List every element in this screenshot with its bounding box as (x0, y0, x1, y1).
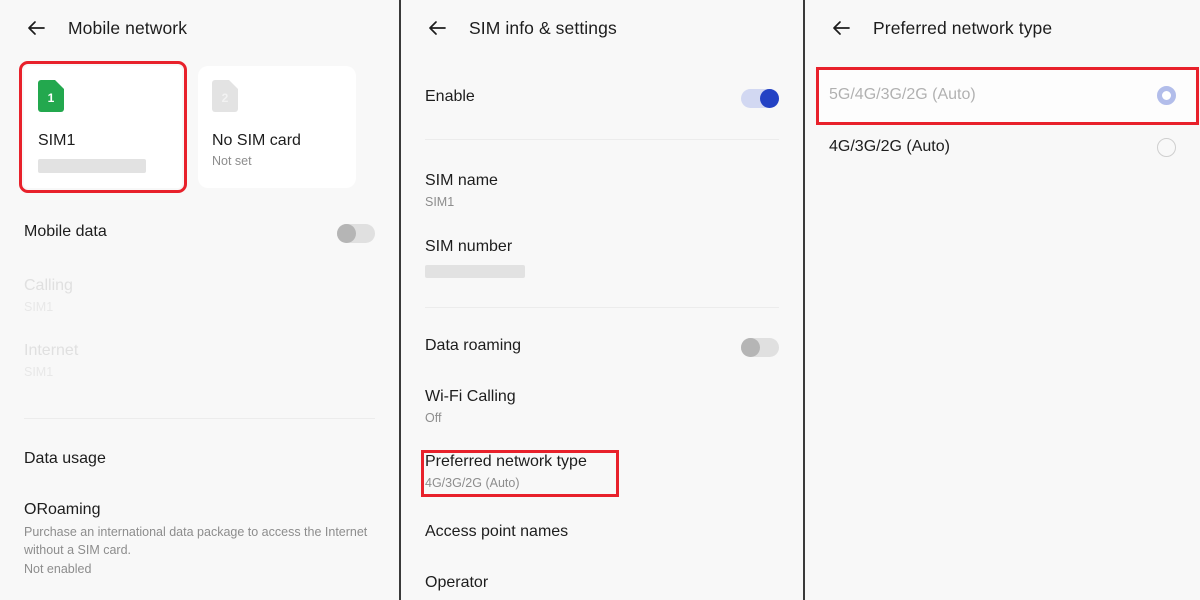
sim-name-label: SIM name (425, 172, 498, 189)
sim-card-redacted-number-1 (38, 159, 146, 173)
radio-row-4g-3g-2g-auto[interactable]: 4G/3G/2G (Auto) (805, 121, 1200, 173)
page-title: Preferred network type (873, 17, 1053, 38)
access-point-names-label: Access point names (425, 522, 569, 540)
oroaming-status: Not enabled (24, 561, 92, 576)
sim-card-sim2[interactable]: 2 No SIM card Not set (198, 66, 356, 188)
panel-mobile-network: Mobile network 1 SIM1 2 No SIM card Not … (0, 0, 399, 600)
row-sim-name[interactable]: SIM name SIM1 (401, 171, 803, 210)
mobile-data-label: Mobile data (24, 223, 107, 240)
preferred-network-type-label: Preferred network type (425, 452, 587, 470)
toggle-knob (760, 89, 779, 108)
sim-card-status-2: Not set (212, 154, 252, 168)
sim-card-icon-1: 1 (38, 80, 64, 112)
row-preferred-network-type[interactable]: Preferred network type 4G/3G/2G (Auto) (401, 452, 803, 491)
radio-label: 5G/4G/3G/2G (Auto) (829, 86, 976, 103)
divider (24, 417, 375, 419)
row-sim-number[interactable]: SIM number (401, 237, 803, 279)
sim-number-label: SIM number (425, 238, 513, 256)
calling-label: Calling (24, 277, 73, 294)
three-panel-screenshot: Mobile network 1 SIM1 2 No SIM card Not … (0, 0, 1200, 600)
back-arrow-icon[interactable] (829, 16, 853, 40)
oroaming-description: Purchase an international data package t… (24, 524, 368, 557)
back-arrow-icon[interactable] (425, 16, 449, 40)
sim-number-redacted-value (425, 265, 525, 279)
panel-preferred-network-type: Preferred network type 5G/4G/3G/2G (Auto… (803, 0, 1200, 600)
oroaming-label: ORoaming (24, 500, 101, 518)
sim-card-sim1[interactable]: 1 SIM1 (19, 61, 187, 193)
row-internet[interactable]: Internet SIM1 (0, 341, 399, 380)
appbar-preferred-network-type: Preferred network type (805, 0, 1200, 56)
toggle-knob (741, 338, 760, 358)
sim-card-name-2: No SIM card (212, 132, 301, 149)
internet-value: SIM1 (24, 365, 54, 380)
row-calling[interactable]: Calling SIM1 (0, 276, 399, 315)
preferred-network-type-value: 4G/3G/2G (Auto) (425, 475, 520, 490)
back-arrow-icon[interactable] (24, 16, 48, 40)
page-title: SIM info & settings (469, 17, 617, 38)
appbar-mobile-network: Mobile network (0, 0, 399, 56)
row-data-usage[interactable]: Data usage (0, 449, 399, 469)
radio-label: 4G/3G/2G (Auto) (829, 138, 950, 155)
row-mobile-data[interactable]: Mobile data (0, 222, 399, 243)
radio-row-5g-4g-3g-2g-auto[interactable]: 5G/4G/3G/2G (Auto) (805, 69, 1200, 121)
row-wifi-calling[interactable]: Wi-Fi Calling Off (401, 387, 803, 426)
calling-value: SIM1 (24, 300, 54, 314)
sim-card-icon-2: 2 (212, 80, 238, 112)
data-usage-label: Data usage (24, 449, 106, 467)
page-title: Mobile network (68, 17, 188, 38)
sim-card-badge-1: 1 (47, 90, 55, 105)
wifi-calling-label: Wi-Fi Calling (425, 388, 516, 406)
mobile-data-toggle[interactable] (337, 224, 375, 243)
toggle-knob (337, 224, 356, 243)
sim-card-row: 1 SIM1 2 No SIM card Not set (0, 56, 399, 193)
row-data-roaming[interactable]: Data roaming (401, 336, 803, 358)
enable-label: Enable (425, 88, 475, 105)
panel-sim-info-settings: SIM info & settings Enable SIM name SIM1… (399, 0, 803, 600)
enable-toggle[interactable] (741, 89, 779, 108)
data-roaming-label: Data roaming (425, 337, 522, 355)
operator-label: Operator (425, 573, 489, 591)
appbar-sim-info: SIM info & settings (401, 0, 803, 56)
row-enable[interactable]: Enable (401, 87, 803, 108)
radio-button-unselected[interactable] (1157, 137, 1176, 157)
divider (425, 139, 779, 140)
sim-name-value: SIM1 (425, 195, 455, 209)
internet-label: Internet (24, 342, 79, 360)
wifi-calling-value: Off (425, 411, 442, 426)
divider (425, 307, 779, 309)
row-operator[interactable]: Operator (401, 573, 803, 593)
row-access-point-names[interactable]: Access point names (401, 522, 803, 542)
sim-card-badge-2: 2 (221, 90, 229, 105)
row-oroaming[interactable]: ORoaming Purchase an international data … (0, 500, 399, 578)
sim-card-name-1: SIM1 (38, 132, 76, 149)
radio-button-selected[interactable] (1157, 85, 1176, 105)
data-roaming-toggle[interactable] (741, 338, 779, 358)
